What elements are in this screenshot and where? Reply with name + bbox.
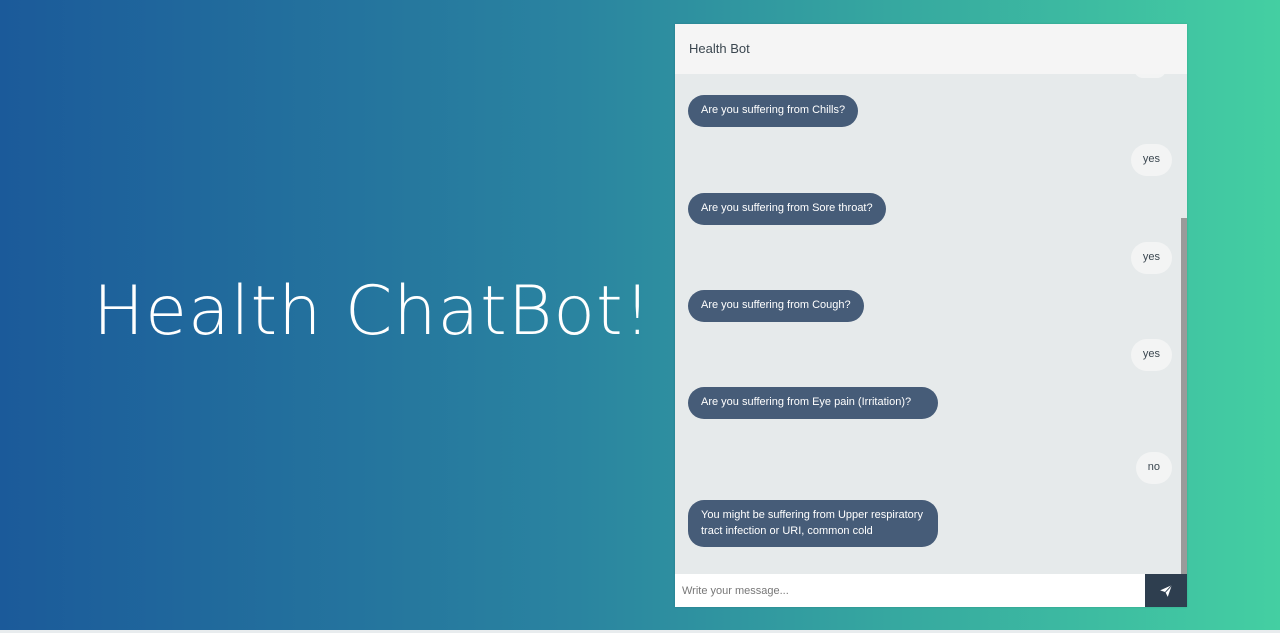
user-message: no [1135,452,1172,484]
chat-title: Health Bot [689,41,750,56]
bot-message: Are you suffering from Eye pain (Irritat… [688,387,938,419]
user-message: yes [1130,339,1172,371]
chat-window: Health Bot Are you suffering from Chills… [675,24,1187,607]
send-button[interactable] [1145,574,1187,607]
paper-plane-icon [1160,584,1173,597]
chat-header: Health Bot [675,24,1187,74]
page-title: Health ChatBot! [93,272,652,351]
message-input[interactable] [675,574,1145,607]
bot-message: You might be suffering from Upper respir… [688,500,938,547]
bot-message: Are you suffering from Sore throat? [688,193,886,225]
message-list[interactable]: Are you suffering from Chills? yes Are y… [675,74,1187,574]
user-message-partial [1134,74,1166,78]
user-message: yes [1130,242,1172,274]
user-message: yes [1130,144,1172,176]
bot-message: Are you suffering from Cough? [688,290,864,322]
scrollbar-thumb[interactable] [1181,218,1187,574]
message-composer [675,574,1187,607]
bot-message: Are you suffering from Chills? [688,95,859,127]
